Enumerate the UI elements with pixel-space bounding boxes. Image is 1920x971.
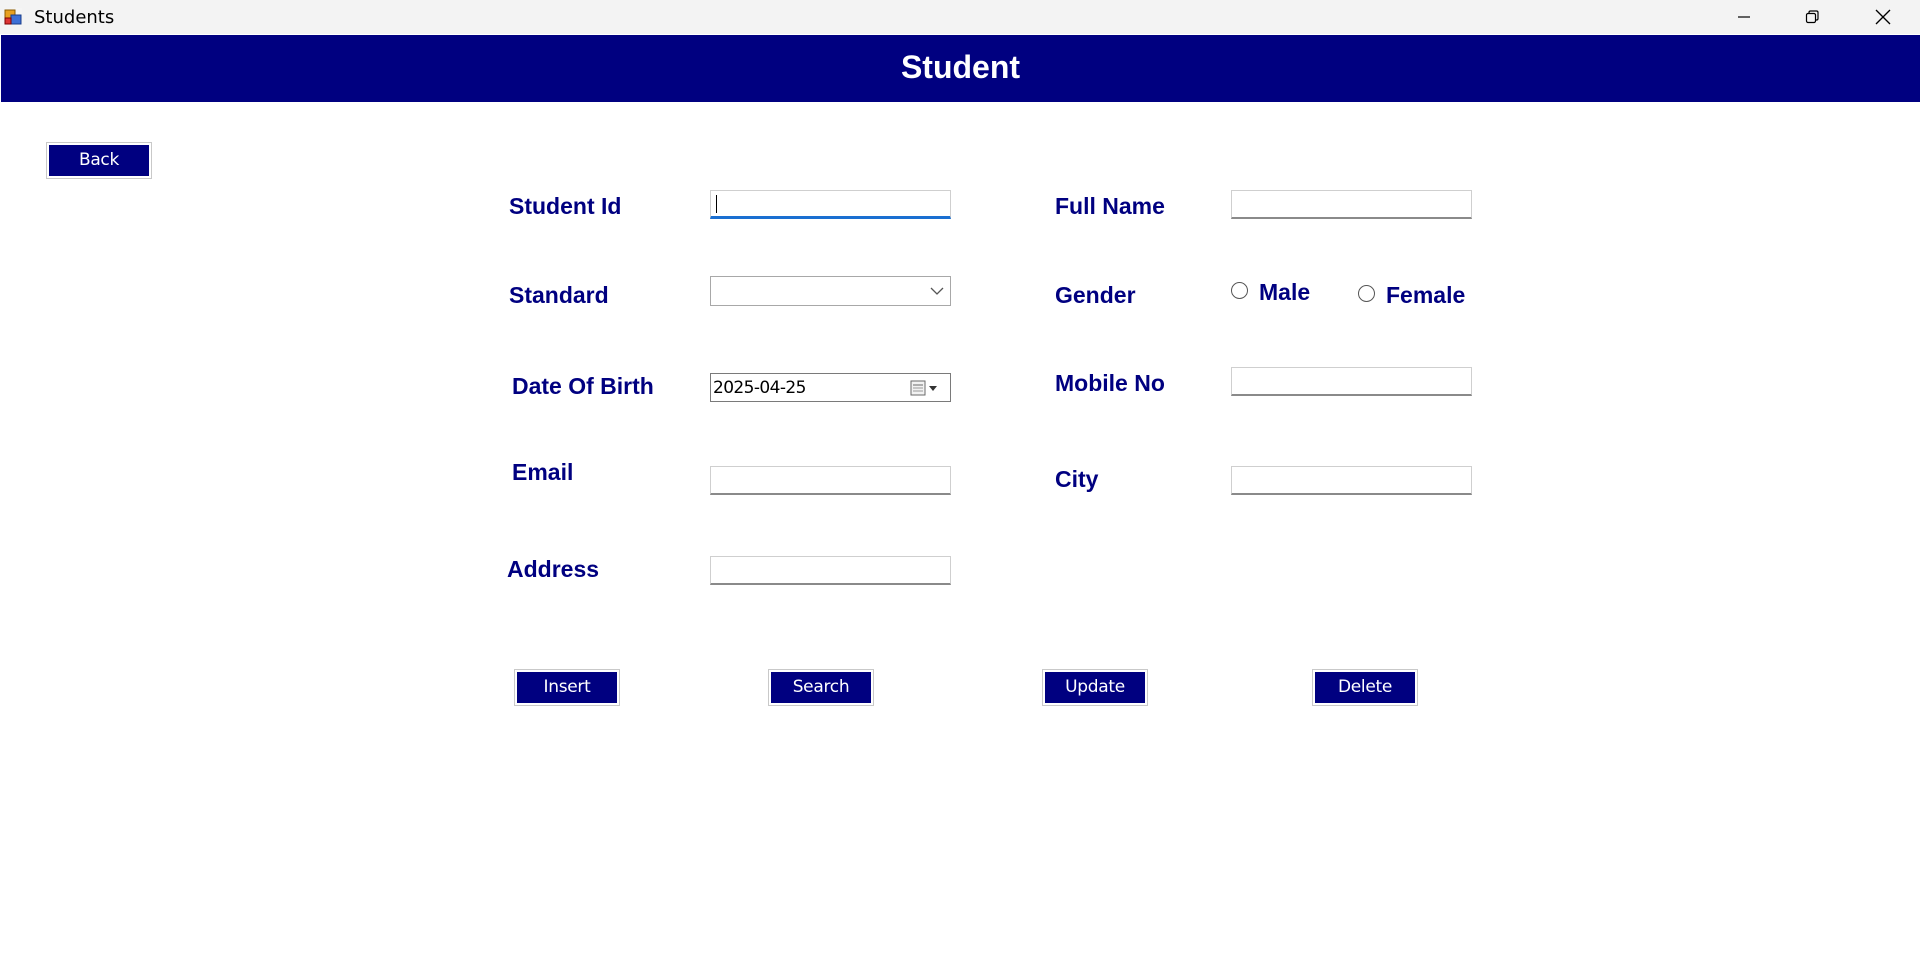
standard-select[interactable] — [710, 276, 951, 306]
city-label: City — [1055, 466, 1099, 492]
mobile-input[interactable] — [1231, 367, 1472, 396]
text-caret — [716, 195, 717, 213]
student-id-input[interactable] — [710, 190, 951, 219]
address-label: Address — [507, 556, 600, 582]
address-input[interactable] — [710, 556, 951, 585]
full-name-input[interactable] — [1231, 190, 1472, 219]
chevron-down-icon — [930, 287, 944, 295]
dob-datepicker[interactable]: 2025-04-25 — [710, 373, 951, 402]
calendar-icon[interactable] — [910, 379, 942, 397]
minimize-button[interactable] — [1715, 0, 1773, 34]
email-input[interactable] — [710, 466, 951, 495]
update-button[interactable]: Update — [1043, 670, 1147, 705]
gender-female-radio[interactable] — [1358, 285, 1375, 302]
standard-label: Standard — [509, 282, 609, 308]
delete-button[interactable]: Delete — [1313, 670, 1417, 705]
page-title: Student — [900, 49, 1021, 85]
student-id-label: Student Id — [509, 193, 622, 219]
gender-female-label: Female — [1386, 282, 1466, 308]
full-name-label: Full Name — [1055, 193, 1165, 219]
insert-button[interactable]: Insert — [515, 670, 619, 705]
search-button[interactable]: Search — [769, 670, 873, 705]
dob-label: Date Of Birth — [512, 373, 654, 399]
restore-button[interactable] — [1783, 0, 1841, 34]
gender-male-radio[interactable] — [1231, 282, 1248, 299]
app-icon — [4, 8, 22, 26]
restore-icon — [1805, 10, 1819, 24]
window-title: Students — [34, 7, 115, 28]
window-titlebar: Students — [0, 0, 1920, 34]
city-input[interactable] — [1231, 466, 1472, 495]
gender-label: Gender — [1055, 282, 1136, 308]
minimize-icon — [1738, 16, 1750, 18]
close-button[interactable] — [1854, 0, 1912, 34]
back-button[interactable]: Back — [47, 143, 151, 178]
close-icon — [1875, 9, 1891, 25]
dob-value: 2025-04-25 — [713, 378, 806, 398]
email-label: Email — [512, 459, 574, 485]
gender-male-label: Male — [1259, 279, 1311, 305]
header-band: Student — [1, 35, 1920, 102]
mobile-label: Mobile No — [1055, 370, 1165, 396]
